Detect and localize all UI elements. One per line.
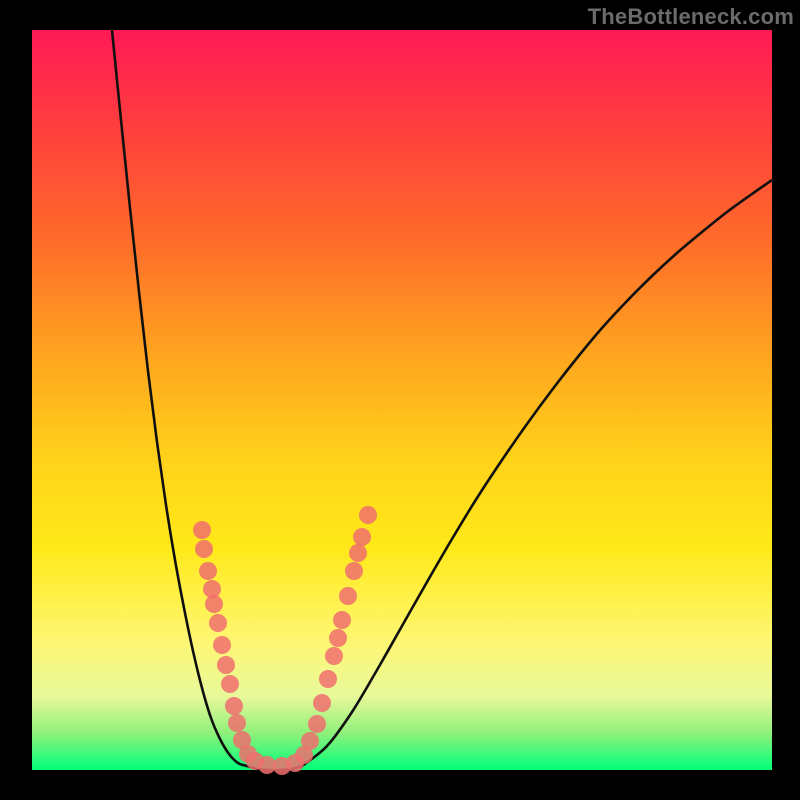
scatter-dot	[333, 611, 351, 629]
scatter-dot	[349, 544, 367, 562]
scatter-dot	[199, 562, 217, 580]
scatter-dot	[221, 675, 239, 693]
scatter-dot	[195, 540, 213, 558]
scatter-dot	[217, 656, 235, 674]
watermark-label: TheBottleneck.com	[588, 4, 794, 30]
scatter-dot	[308, 715, 326, 733]
scatter-dot	[359, 506, 377, 524]
scatter-dot	[339, 587, 357, 605]
scatter-dot	[325, 647, 343, 665]
scatter-dot	[205, 595, 223, 613]
scatter-points	[193, 506, 377, 775]
scatter-dot	[213, 636, 231, 654]
scatter-dot	[313, 694, 331, 712]
scatter-dot	[301, 732, 319, 750]
scatter-dot	[319, 670, 337, 688]
scatter-dot	[329, 629, 347, 647]
chart-plot-area	[32, 30, 772, 770]
scatter-dot	[228, 714, 246, 732]
scatter-dot	[193, 521, 211, 539]
chart-stage: TheBottleneck.com	[0, 0, 800, 800]
scatter-dot	[209, 614, 227, 632]
dots-layer	[32, 30, 772, 770]
scatter-dot	[345, 562, 363, 580]
scatter-dot	[225, 697, 243, 715]
scatter-dot	[353, 528, 371, 546]
